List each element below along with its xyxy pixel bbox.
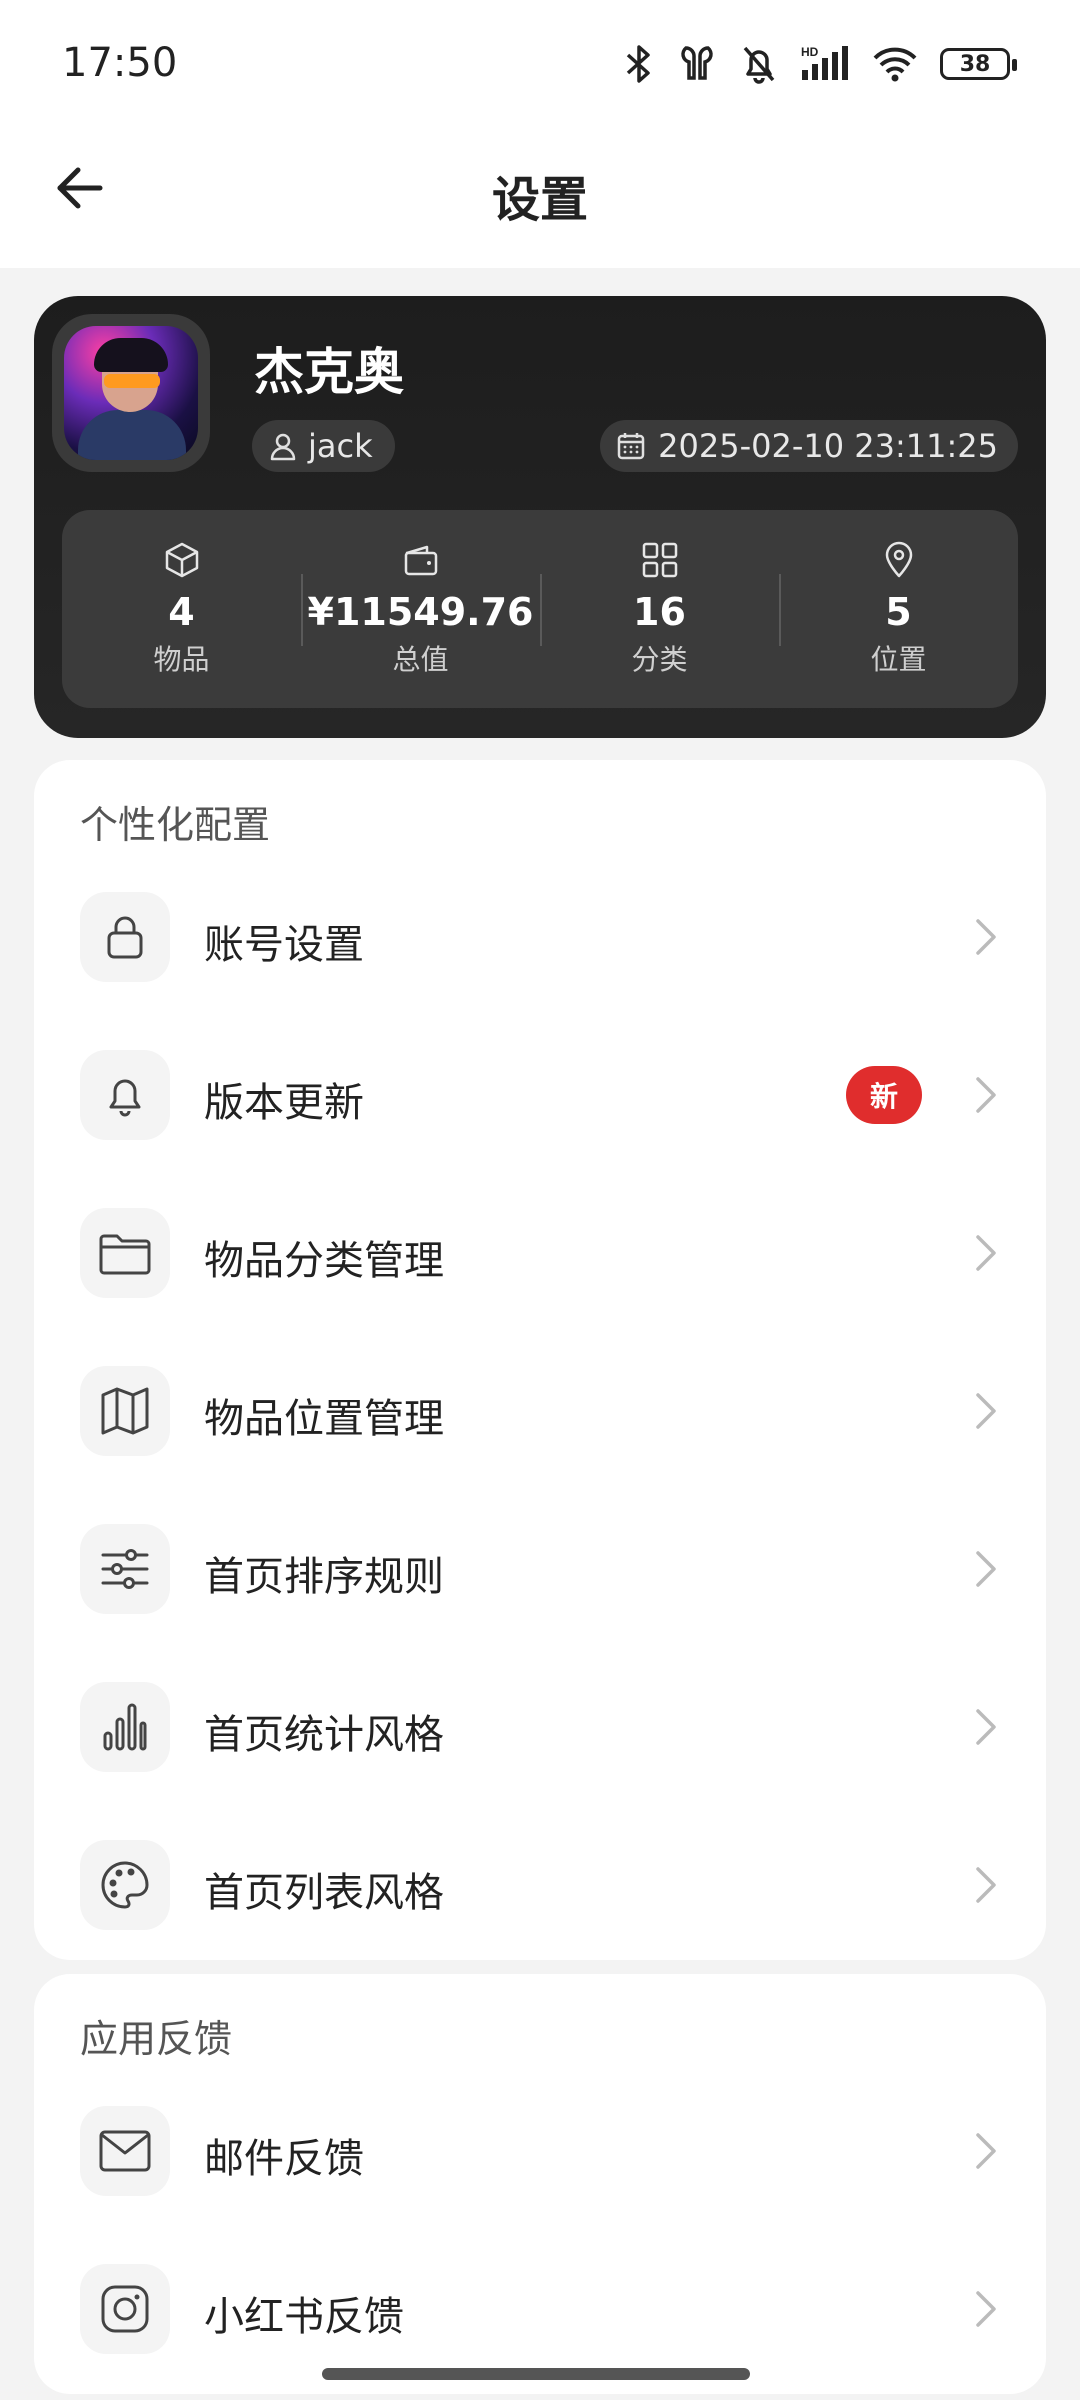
avatar-image <box>64 326 198 460</box>
section-title-personalization: 个性化配置 <box>80 803 271 847</box>
bluetooth-icon <box>626 45 650 83</box>
mute-bell-icon <box>743 46 775 84</box>
page-title: 设置 <box>491 172 588 228</box>
home-indicator[interactable] <box>322 2368 750 2380</box>
folder-icon <box>99 1234 151 1275</box>
header: 设置 <box>0 130 1080 268</box>
mail-icon <box>99 2130 151 2172</box>
new-badge: 新 <box>846 1066 922 1124</box>
status-time: 17:50 <box>62 40 178 86</box>
stat-total-value-value: ¥11549.76 <box>307 590 534 634</box>
sliders-icon <box>101 1549 149 1589</box>
row-label: 首页排序规则 <box>204 1554 444 1600</box>
wifi-icon <box>873 47 917 82</box>
row-label: 小红书反馈 <box>204 2294 404 2340</box>
bar-chart-icon <box>103 1703 147 1751</box>
profile-card[interactable]: 杰克奥 jack 2025-02-10 23:11:25 4 物品 ¥11549… <box>34 296 1046 738</box>
row-label: 物品位置管理 <box>204 1396 444 1442</box>
joined-date-chip: 2025-02-10 23:11:25 <box>600 420 1018 472</box>
stat-items-value: 4 <box>168 590 195 634</box>
chevron-right-icon <box>976 1551 996 1587</box>
row-label: 物品分类管理 <box>204 1238 444 1284</box>
box-icon <box>165 542 198 578</box>
chevron-right-icon <box>976 919 996 955</box>
user-icon <box>270 433 296 461</box>
stat-categories-label: 分类 <box>631 643 688 676</box>
instagram-icon <box>101 2285 149 2333</box>
username-chip: jack <box>252 420 395 472</box>
row-xiaohongshu-feedback[interactable]: 小红书反馈 <box>34 2234 1046 2384</box>
username: jack <box>308 427 373 465</box>
chevron-right-icon <box>976 1077 996 1113</box>
lock-icon <box>107 916 143 959</box>
row-label: 账号设置 <box>204 922 364 968</box>
status-icons: HD 38 <box>624 42 1017 86</box>
earbuds-icon <box>681 46 713 80</box>
bell-icon <box>109 1079 141 1117</box>
stat-categories[interactable]: 16 分类 <box>540 510 779 708</box>
signal-hd-icon: HD <box>801 45 848 80</box>
avatar[interactable] <box>52 314 210 472</box>
row-home-stats-style[interactable]: 首页统计风格 <box>34 1652 1046 1802</box>
row-account-settings[interactable]: 账号设置 <box>34 862 1046 1012</box>
chevron-right-icon <box>976 1235 996 1271</box>
palette-icon <box>101 1861 149 1909</box>
stat-locations-label: 位置 <box>870 643 927 676</box>
joined-date: 2025-02-10 23:11:25 <box>658 427 998 465</box>
row-label: 首页统计风格 <box>204 1712 444 1758</box>
chevron-right-icon <box>976 1709 996 1745</box>
stat-items-label: 物品 <box>153 643 210 676</box>
personalization-section: 个性化配置 账号设置 版本更新 新 物品分类管理 物品位置管理 首页排序规则 首… <box>34 760 1046 1960</box>
stat-items[interactable]: 4 物品 <box>62 510 301 708</box>
stat-locations-value: 5 <box>885 590 912 634</box>
row-email-feedback[interactable]: 邮件反馈 <box>34 2076 1046 2226</box>
calendar-icon <box>617 433 645 460</box>
row-home-list-style[interactable]: 首页列表风格 <box>34 1810 1046 1960</box>
svg-text:HD: HD <box>801 45 819 59</box>
row-label: 首页列表风格 <box>204 1870 444 1916</box>
row-label: 版本更新 <box>204 1080 364 1126</box>
row-home-sort-rule[interactable]: 首页排序规则 <box>34 1494 1046 1644</box>
stats-panel: 4 物品 ¥11549.76 总值 16 分类 5 位置 <box>62 510 1018 708</box>
location-pin-icon <box>885 541 912 578</box>
row-label: 邮件反馈 <box>204 2136 364 2182</box>
chevron-right-icon <box>976 2291 996 2327</box>
stat-locations[interactable]: 5 位置 <box>779 510 1018 708</box>
chevron-right-icon <box>976 1867 996 1903</box>
chevron-right-icon <box>976 2133 996 2169</box>
row-location-management[interactable]: 物品位置管理 <box>34 1336 1046 1486</box>
profile-name: 杰克奥 <box>254 343 404 401</box>
stat-total-value[interactable]: ¥11549.76 总值 <box>301 510 540 708</box>
wallet-icon <box>404 545 437 576</box>
chevron-right-icon <box>976 1393 996 1429</box>
status-bar: 17:50 HD 38 <box>0 0 1080 130</box>
feedback-section: 应用反馈 邮件反馈 小红书反馈 <box>34 1974 1046 2394</box>
stat-categories-value: 16 <box>633 590 686 634</box>
stat-total-value-label: 总值 <box>392 643 449 676</box>
battery-level: 38 <box>959 51 991 77</box>
row-category-management[interactable]: 物品分类管理 <box>34 1178 1046 1328</box>
settings-screen: 17:50 HD 38 设置 杰克奥 jack 2025-02-10 23:11… <box>0 0 1080 2400</box>
row-version-update[interactable]: 版本更新 新 <box>34 1020 1046 1170</box>
map-icon <box>101 1387 149 1435</box>
section-title-feedback: 应用反馈 <box>80 2017 233 2061</box>
battery-icon: 38 <box>940 48 1017 80</box>
grid-icon <box>642 542 677 578</box>
